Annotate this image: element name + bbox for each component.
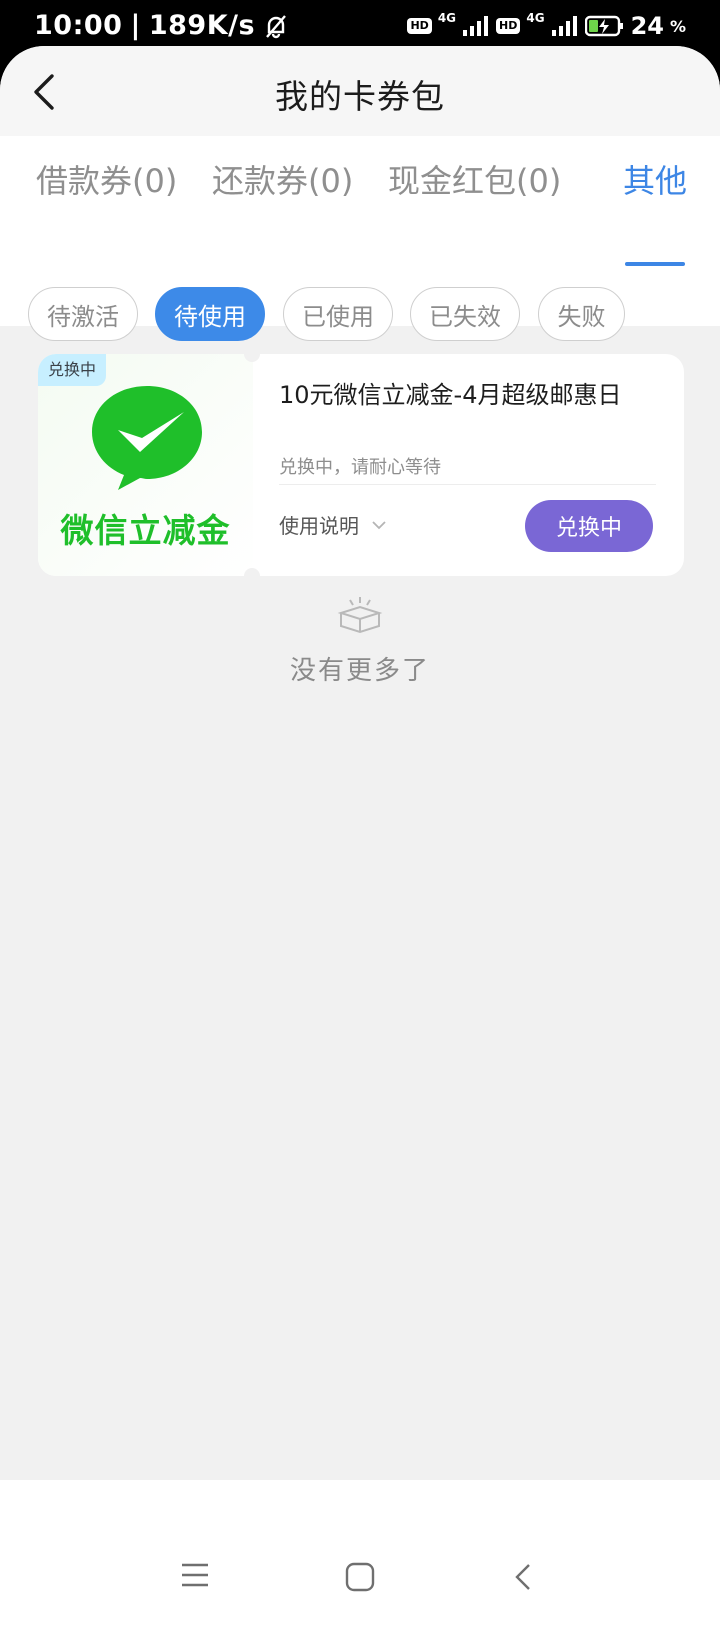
tab-repay-coupons[interactable]: 还款券(0)	[212, 156, 353, 202]
status-right: HD 4G HD 4G 24%	[407, 11, 686, 40]
nav-bar: 我的卡券包	[0, 46, 720, 136]
card-notch-bottom	[244, 568, 260, 576]
tab-borrow-coupons[interactable]: 借款券(0)	[36, 156, 177, 202]
signal-icon	[463, 16, 489, 36]
status-time: 10:00	[34, 10, 123, 41]
hd-badge: HD	[407, 18, 432, 34]
signal-icon-2	[551, 16, 577, 36]
battery-indicator	[584, 15, 625, 37]
system-back-icon[interactable]	[513, 1562, 533, 1592]
status-separator: |	[130, 10, 141, 41]
no-more-text: 没有更多了	[289, 656, 430, 686]
chevron-down-icon	[372, 520, 386, 529]
wechat-logo-icon	[92, 386, 202, 490]
coupon-image: 微信立减金 兑换中	[38, 354, 253, 576]
tab-cash-red-packets[interactable]: 现金红包(0)	[388, 156, 561, 202]
home-square-icon[interactable]	[345, 1562, 375, 1592]
battery-percent: 24	[630, 12, 664, 40]
app-screen: 我的卡券包 借款券(0) 还款券(0) 现金红包(0) 其他 待激活 待使用 已…	[0, 46, 720, 1650]
status-left: 10:00 | 189K/s	[34, 10, 289, 41]
filter-chip-expired[interactable]: 已失效	[410, 287, 520, 341]
network-type-label-2: 4G	[526, 11, 545, 25]
exchanging-button[interactable]: 兑换中	[525, 500, 653, 552]
usage-instructions-toggle[interactable]: 使用说明	[279, 510, 387, 539]
battery-charging-icon	[584, 15, 623, 37]
coupon-title: 10元微信立减金-4月超级邮惠日	[279, 381, 622, 409]
wechat-coupon-label: 微信立减金	[60, 511, 231, 550]
coupon-card[interactable]: 微信立减金 兑换中 10元微信立减金-4月超级邮惠日 兑换中，请耐心等待 使用说…	[38, 354, 684, 576]
menu-icon[interactable]	[180, 1562, 210, 1588]
tab-other[interactable]: 其他	[623, 156, 687, 202]
network-type-label: 4G	[437, 11, 457, 25]
exchanging-badge: 兑换中	[38, 354, 107, 386]
network-speed: 189K/s	[148, 10, 256, 41]
hd-badge-2: HD	[496, 18, 521, 34]
battery-unit: %	[669, 16, 686, 36]
coupon-divider-line	[279, 484, 656, 485]
active-tab-indicator	[625, 262, 685, 266]
filter-chip-failed[interactable]: 失败	[538, 287, 625, 341]
coupon-status-text: 兑换中，请耐心等待	[279, 457, 441, 478]
mute-bell-icon	[266, 14, 286, 38]
filter-chip-ready-to-use[interactable]: 待使用	[155, 287, 265, 341]
page-title: 我的卡券包	[275, 77, 445, 116]
status-bar: 10:00 | 189K/s HD 4G HD 4G 24 %	[0, 0, 720, 52]
tabs-and-filters: 借款券(0) 还款券(0) 现金红包(0) 其他 待激活 待使用 已使用 已失效…	[0, 136, 720, 341]
system-navigation-bar	[0, 1480, 720, 1650]
empty-box-icon	[337, 597, 383, 634]
filter-chip-used[interactable]: 已使用	[283, 287, 393, 341]
filter-chip-pending-activation[interactable]: 待激活	[28, 287, 138, 341]
usage-instructions-label: 使用说明	[279, 514, 359, 538]
